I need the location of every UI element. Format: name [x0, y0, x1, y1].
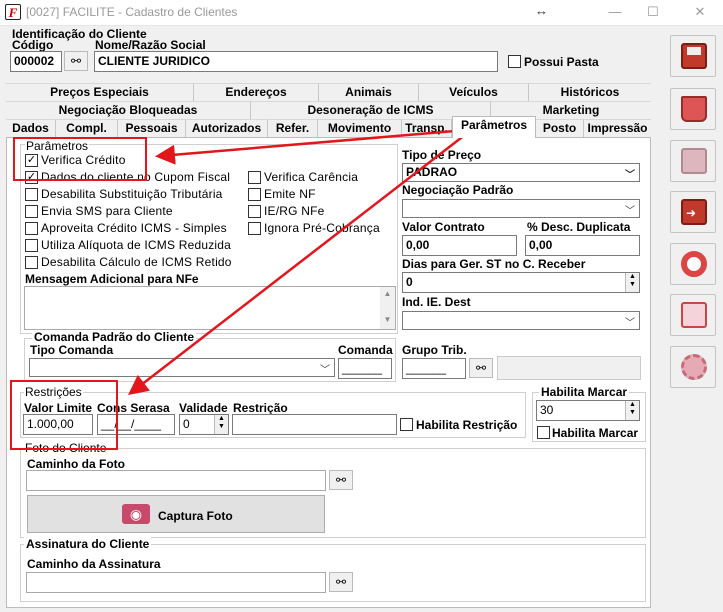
annotation-arrows: [128, 129, 471, 396]
tab-parametros[interactable]: Parâmetros: [452, 116, 536, 138]
arrow-to-credito: [155, 129, 456, 165]
arrow-to-restricoes: [128, 130, 471, 396]
